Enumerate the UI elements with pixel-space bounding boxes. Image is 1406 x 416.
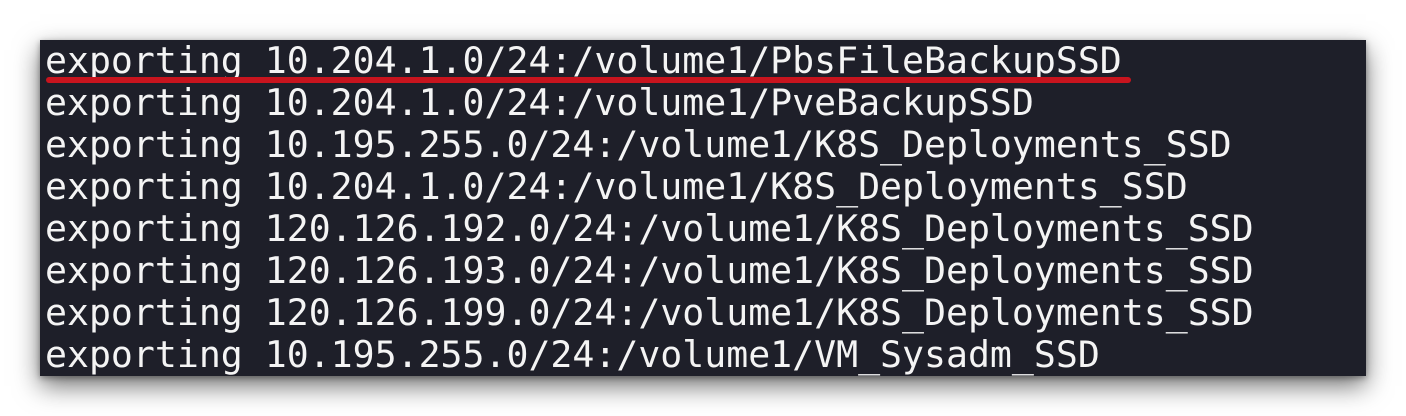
terminal-line-export-5: exporting 120.126.192.0/24:/volume1/K8S_… <box>45 207 1254 250</box>
terminal-line-export-4: exporting 10.204.1.0/24:/volume1/K8S_Dep… <box>45 165 1188 208</box>
terminal-line-export-6: exporting 120.126.193.0/24:/volume1/K8S_… <box>45 249 1254 292</box>
terminal-window: exporting 10.204.1.0/24:/volume1/PbsFile… <box>40 40 1366 376</box>
red-underline-highlight <box>46 77 1131 83</box>
terminal-line-export-1: exporting 10.204.1.0/24:/volume1/PbsFile… <box>45 40 1122 82</box>
terminal-line-export-2: exporting 10.204.1.0/24:/volume1/PveBack… <box>45 81 1034 124</box>
terminal-line-export-8: exporting 10.195.255.0/24:/volume1/VM_Sy… <box>45 333 1100 376</box>
terminal-line-export-3: exporting 10.195.255.0/24:/volume1/K8S_D… <box>45 123 1232 166</box>
terminal-line-export-7: exporting 120.126.199.0/24:/volume1/K8S_… <box>45 291 1254 334</box>
terminal-output: exporting 10.204.1.0/24:/volume1/PbsFile… <box>45 40 1254 376</box>
